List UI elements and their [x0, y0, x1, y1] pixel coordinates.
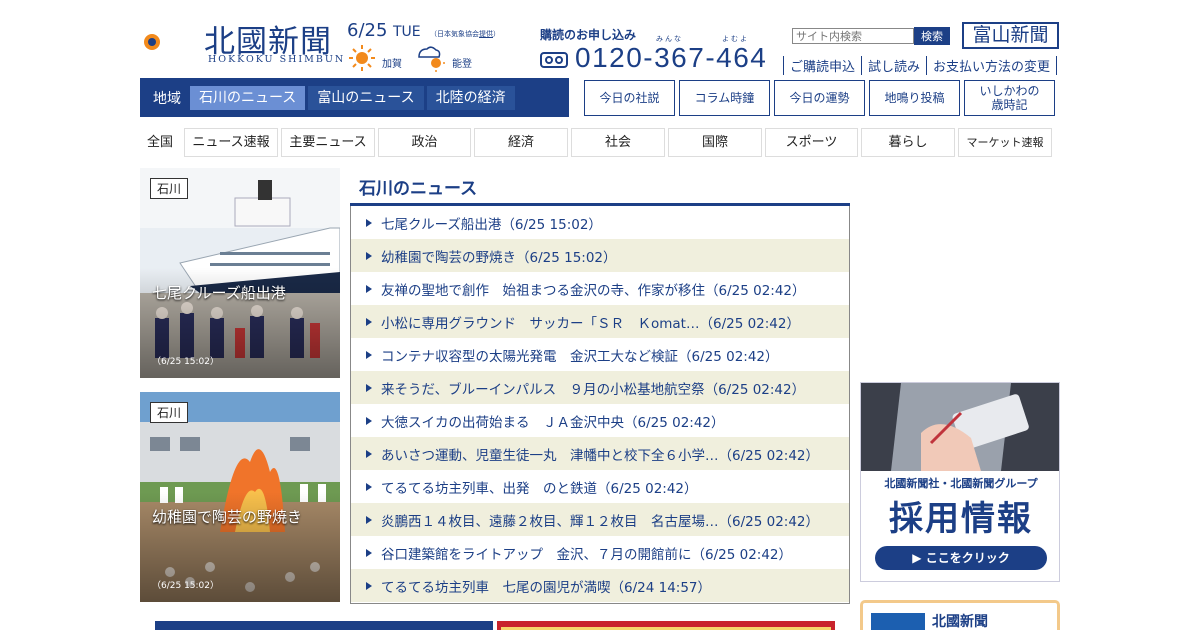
news-item[interactable]: 七尾クルーズ船出港（6/25 15:02） — [351, 206, 849, 239]
category-nav: 全国 ニュース速報 主要ニュース 政治 経済 社会 国際 スポーツ 暮らし マー… — [140, 128, 1055, 157]
weather-credit-link[interactable]: 提供 — [479, 30, 493, 38]
recruitment-title: 採用情報 — [889, 499, 1033, 539]
bullet-arrow-icon — [366, 317, 372, 326]
cat-politics[interactable]: 政治 — [378, 128, 471, 157]
bullet-arrow-icon — [366, 284, 372, 293]
weather-region-kaga: 加賀 — [382, 59, 402, 70]
editorial-button[interactable]: 今日の社説 — [584, 80, 675, 116]
trial-link[interactable]: 試し読み — [861, 56, 926, 75]
day-of-week: TUE — [393, 24, 421, 40]
bullet-arrow-icon — [366, 383, 372, 392]
reader-post-button[interactable]: 地鳴り投稿 — [869, 80, 960, 116]
cat-breaking-news[interactable]: ニュース速報 — [184, 128, 278, 157]
region-nav-label: 地域 — [153, 90, 181, 107]
seasonal-calendar-button[interactable]: いしかわの 歳時記 — [964, 80, 1055, 116]
site-logo[interactable]: 北國新聞 HOKKOKU SHIMBUN — [140, 16, 343, 68]
bullet-arrow-icon — [366, 548, 372, 557]
bullet-arrow-icon — [366, 416, 372, 425]
news-item[interactable]: 大徳スイカの出荷始まる ＪＡ金沢中央（6/25 02:42） — [351, 404, 849, 437]
bottom-banner-left[interactable] — [155, 621, 493, 630]
photo-caption[interactable]: 七尾クルーズ船出港 — [152, 282, 286, 303]
toyama-shimbun-logo[interactable]: 富山新聞 — [962, 22, 1059, 49]
subscribe-title: 購読のお申し込み — [540, 28, 637, 42]
phone-icon — [540, 52, 568, 68]
cat-international[interactable]: 国際 — [668, 128, 762, 157]
news-item[interactable]: あいさつ運動、児童生徒一丸 津幡中と校下全６小学…（6/25 02:42） — [351, 437, 849, 470]
news-list: 七尾クルーズ船出港（6/25 15:02） 幼稚園で陶芸の野焼き（6/25 15… — [350, 206, 850, 604]
weather-credit: （日本気象協会提供） — [430, 30, 500, 38]
bullet-arrow-icon — [366, 581, 372, 590]
tab-ishikawa-news[interactable]: 石川のニュース — [190, 85, 306, 110]
recruitment-cta-button[interactable]: ▶ ここをクリック — [875, 546, 1047, 570]
hokkoku-side-box-title: 北國新聞 — [932, 614, 988, 630]
bullet-arrow-icon — [366, 251, 372, 260]
search-input[interactable] — [792, 28, 914, 44]
news-item[interactable]: てるてる坊主列車、出発 のと鉄道（6/25 02:42） — [351, 470, 849, 503]
tab-toyama-news[interactable]: 富山のニュース — [308, 85, 424, 110]
region-tag: 石川 — [150, 178, 189, 199]
weather-region-noto: 能登 — [452, 59, 472, 70]
subscribe-phone[interactable]: 0120-367-464 — [575, 42, 767, 74]
cat-market-news[interactable]: マーケット速報 — [958, 128, 1052, 157]
news-item[interactable]: てるてる坊主列車 七尾の園児が満喫（6/24 14:57） — [351, 569, 849, 602]
bullet-arrow-icon — [366, 449, 372, 458]
horoscope-button[interactable]: 今日の運勢 — [774, 80, 865, 116]
news-item[interactable]: 谷口建築館をライトアップ 金沢、７月の開館前に（6/25 02:42） — [351, 536, 849, 569]
bullet-arrow-icon — [366, 218, 372, 227]
news-item[interactable]: 友禅の聖地で創作 始祖まつる金沢の寺、作家が移住（6/25 02:42） — [351, 272, 849, 305]
payment-change-link[interactable]: お支払い方法の変更 — [926, 56, 1058, 75]
utility-links: ご購読申込 試し読み お支払い方法の変更 — [783, 56, 1058, 75]
column-jisho-button[interactable]: コラム時鐘 — [679, 80, 770, 116]
logo-mark-icon — [144, 22, 184, 62]
photo-card-pottery[interactable]: 石川 幼稚園で陶芸の野焼き （6/25 15:02） — [140, 392, 340, 602]
search-button[interactable]: 検索 — [914, 27, 950, 45]
cat-lifestyle[interactable]: 暮らし — [861, 128, 955, 157]
recruitment-banner[interactable]: 北國新聞社・北國新聞グループ 採用情報 ▶ ここをクリック — [860, 382, 1060, 582]
news-item[interactable]: 炎鵬西１４枚目、遠藤２枚目、輝１２枚目 名古屋場…（6/25 02:42） — [351, 503, 849, 536]
cat-sports[interactable]: スポーツ — [765, 128, 858, 157]
region-tag: 石川 — [150, 402, 189, 423]
hokkoku-side-box[interactable]: 北國新聞 — [860, 600, 1060, 630]
cat-economy[interactable]: 経済 — [474, 128, 568, 157]
news-section-title: 石川のニュース — [359, 179, 478, 199]
bottom-banner-right[interactable] — [497, 621, 835, 630]
current-date: 6/25 — [347, 20, 388, 41]
photo-caption[interactable]: 幼稚園で陶芸の野焼き — [152, 506, 302, 527]
news-item[interactable]: 幼稚園で陶芸の野焼き（6/25 15:02） — [351, 239, 849, 272]
bullet-arrow-icon — [366, 515, 372, 524]
news-item[interactable]: 来そうだ、ブルーインパルス ９月の小松基地航空祭（6/25 02:42） — [351, 371, 849, 404]
hokkoku-thumbnail — [871, 613, 925, 630]
cat-top-news[interactable]: 主要ニュース — [281, 128, 375, 157]
bullet-arrow-icon — [366, 350, 372, 359]
photo-card-cruise[interactable]: 石川 七尾クルーズ船出港 （6/25 15:02） — [140, 168, 340, 378]
sun-icon — [349, 45, 375, 71]
photo-timestamp: （6/25 15:02） — [152, 581, 220, 591]
tab-hokuriku-economy[interactable]: 北陸の経済 — [426, 85, 515, 110]
news-item[interactable]: コンテナ収容型の太陽光発電 金沢工大など検証（6/25 02:42） — [351, 338, 849, 371]
cloud-sun-icon — [418, 46, 445, 72]
news-item[interactable]: 小松に専用グラウンド サッカー「ＳＲ Ｋomat…（6/25 02:42） — [351, 305, 849, 338]
subscribe-link[interactable]: ご購読申込 — [783, 56, 861, 75]
bullet-arrow-icon — [366, 482, 372, 491]
logo-english: HOKKOKU SHIMBUN — [208, 54, 346, 65]
category-nav-label: 全国 — [147, 135, 174, 150]
region-nav: 地域 石川のニュース 富山のニュース 北陸の経済 — [140, 78, 569, 117]
recruitment-header: 北國新聞社・北國新聞グループ — [884, 477, 1038, 490]
photo-timestamp: （6/25 15:02） — [152, 357, 220, 367]
cat-society[interactable]: 社会 — [571, 128, 665, 157]
